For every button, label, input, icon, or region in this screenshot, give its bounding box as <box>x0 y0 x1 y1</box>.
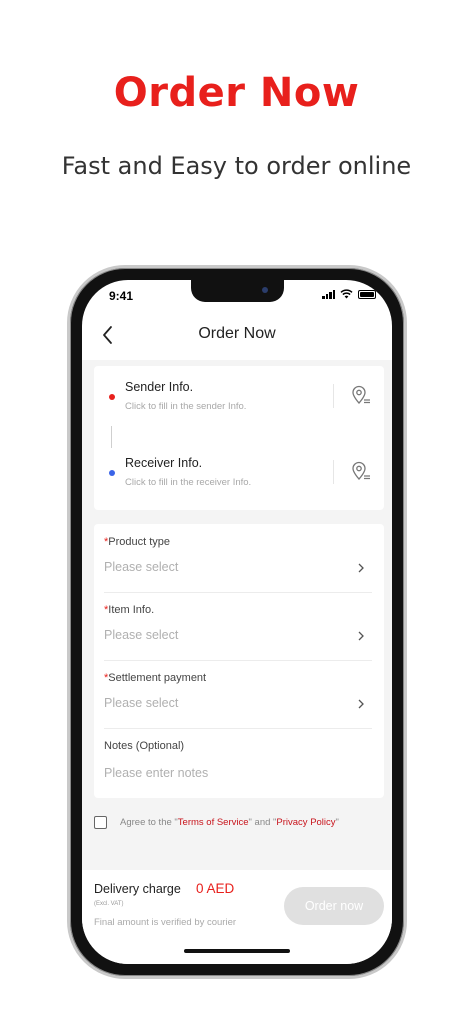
delivery-charge-label: Delivery charge <box>94 882 181 896</box>
home-indicator <box>184 949 290 953</box>
order-now-button[interactable]: Order now <box>284 887 384 925</box>
notes-label: Notes (Optional) <box>104 740 185 752</box>
status-time: 9:41 <box>109 289 134 303</box>
content-area: Sender Info. Click to fill in the sender… <box>82 360 392 870</box>
sender-title: Sender Info. <box>125 380 194 394</box>
item-info-select[interactable]: Please select <box>104 628 178 642</box>
terms-of-service-link[interactable]: Terms of Service <box>178 817 249 828</box>
receiver-title: Receiver Info. <box>125 456 203 470</box>
agree-checkbox[interactable] <box>94 816 107 829</box>
sender-hint: Click to fill in the sender Info. <box>125 401 247 412</box>
signal-icon <box>322 289 335 299</box>
address-card: Sender Info. Click to fill in the sender… <box>94 366 384 510</box>
chevron-right-icon <box>358 563 364 573</box>
battery-icon <box>358 289 376 299</box>
status-icons <box>322 289 376 299</box>
settlement-payment-label: *Settlement payment <box>104 672 207 684</box>
divider <box>333 460 334 484</box>
delivery-charge-value: 0 AED <box>196 881 235 896</box>
location-pin-icon[interactable] <box>349 383 373 407</box>
agreement-text: Agree to the "Terms of Service" and "Pri… <box>120 817 339 828</box>
route-connector <box>111 426 112 448</box>
chevron-right-icon <box>358 631 364 641</box>
camera-icon <box>262 287 268 293</box>
divider <box>104 728 372 729</box>
product-type-label: *Product type <box>104 536 171 548</box>
privacy-policy-link[interactable]: Privacy Policy <box>276 817 335 828</box>
chevron-right-icon <box>358 699 364 709</box>
product-type-select[interactable]: Please select <box>104 560 178 574</box>
settlement-payment-select[interactable]: Please select <box>104 696 178 710</box>
phone-screen: 9:41 Order Now Sender Info. Click to fil… <box>82 280 392 964</box>
vat-note: (Excl. VAT) <box>94 901 124 907</box>
divider <box>333 384 334 408</box>
divider <box>104 592 372 593</box>
wifi-icon <box>340 289 353 299</box>
receiver-dot <box>109 470 115 476</box>
page-title: Order Now <box>198 325 276 342</box>
sender-info-row[interactable]: Sender Info. Click to fill in the sender… <box>94 372 384 422</box>
promo-title: Order Now <box>113 70 360 116</box>
agreement-row: Agree to the "Terms of Service" and "Pri… <box>94 815 384 835</box>
final-amount-note: Final amount is verified by courier <box>94 917 237 928</box>
phone-frame: 9:41 Order Now Sender Info. Click to fil… <box>67 265 407 979</box>
nav-bar: Order Now <box>82 320 392 350</box>
sender-dot <box>109 394 115 400</box>
receiver-info-row[interactable]: Receiver Info. Click to fill in the rece… <box>94 448 384 498</box>
notch <box>191 280 284 302</box>
item-info-label: *Item Info. <box>104 604 155 616</box>
receiver-hint: Click to fill in the receiver Info. <box>125 477 252 488</box>
order-form-card: *Product type Please select *Item Info. … <box>94 524 384 798</box>
location-pin-icon[interactable] <box>349 459 373 483</box>
notes-input[interactable]: Please enter notes <box>104 766 208 780</box>
promo-subtitle: Fast and Easy to order online <box>61 152 412 180</box>
divider <box>104 660 372 661</box>
